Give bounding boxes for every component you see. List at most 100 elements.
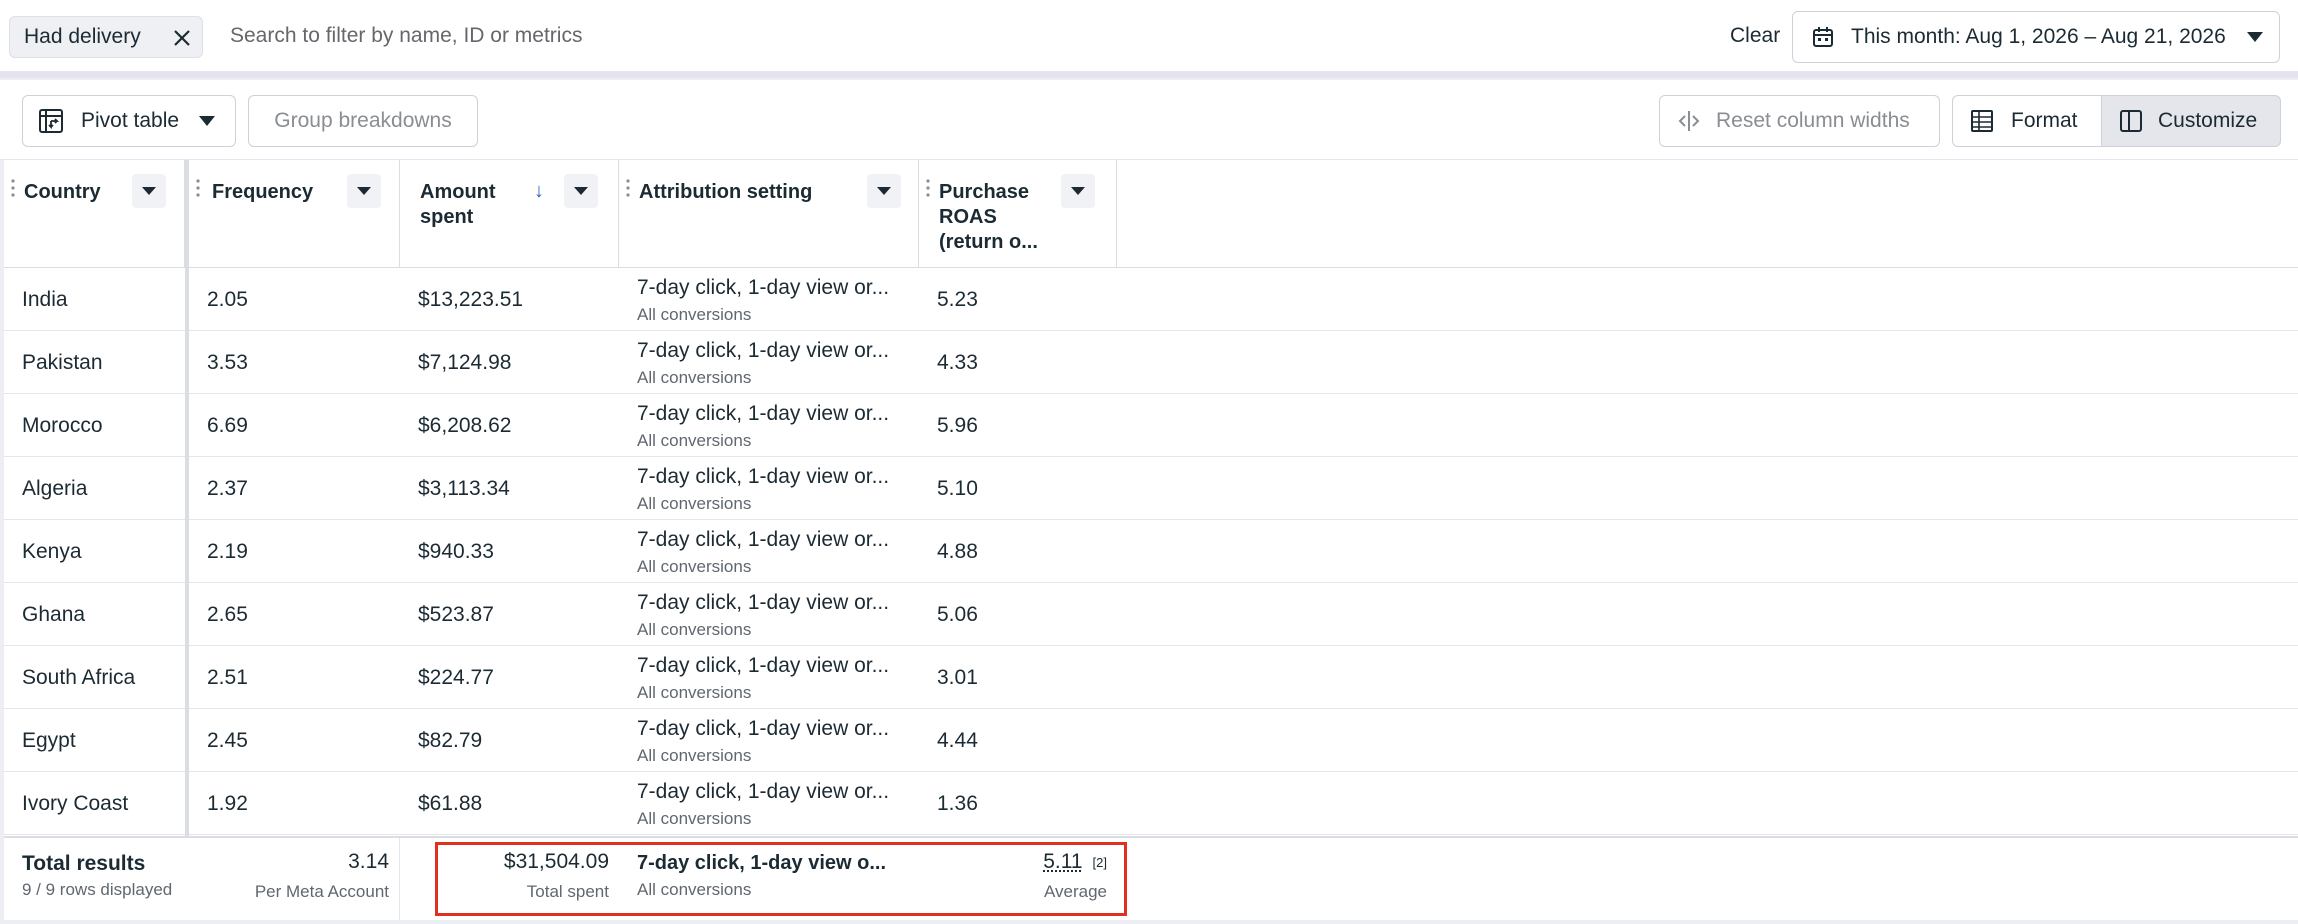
column-header-label: Purchase ROAS (return o... — [939, 181, 1038, 253]
format-button[interactable]: Format — [1952, 95, 2102, 147]
cell-country: Kenya — [4, 520, 185, 583]
filter-chip-had-delivery[interactable]: Had delivery — [9, 16, 203, 58]
table-row[interactable]: Algeria 2.37 $3,113.34 7-day click, 1-day v… — [4, 457, 2298, 520]
cell-frequency: 3.53 — [189, 331, 400, 394]
frequency-value: 2.45 — [207, 729, 248, 752]
amount-spent-value: $523.87 — [418, 603, 494, 626]
country-name: Egypt — [22, 729, 76, 752]
close-icon[interactable] — [168, 24, 196, 52]
attribution-sub: All conversions — [637, 683, 752, 702]
drag-handle-icon[interactable] — [10, 178, 16, 198]
attribution-sub: All conversions — [637, 431, 752, 450]
table-row[interactable]: India 2.05 $13,223.51 7-day click, 1-day vi… — [4, 268, 2298, 331]
calendar-icon — [1813, 27, 1833, 47]
cell-purchase-roas: 1.36 — [919, 772, 1117, 835]
frequency-value: 1.92 — [207, 792, 248, 815]
cell-amount-spent: $82.79 — [400, 709, 619, 772]
cell-attribution: 7-day click, 1-day view or... All convers… — [619, 520, 919, 583]
drag-handle-icon[interactable] — [625, 178, 631, 198]
frequency-value: 3.53 — [207, 351, 248, 374]
cell-amount-spent: $61.88 — [400, 772, 619, 835]
table-row[interactable]: South Africa 2.51 $224.77 7-day click, 1-da… — [4, 646, 2298, 709]
cell-attribution: 7-day click, 1-day view or... All convers… — [619, 772, 919, 835]
column-header-purchase-roas[interactable]: Purchase ROAS (return o... — [919, 160, 1117, 268]
clear-button[interactable]: Clear — [1730, 24, 1780, 48]
table-row[interactable]: Ivory Coast 1.92 $61.88 7-day click, 1-day … — [4, 772, 2298, 835]
purchase-roas-value: 3.01 — [937, 666, 978, 689]
purchase-roas-value: 5.06 — [937, 603, 978, 626]
cell-attribution: 7-day click, 1-day view or... All convers… — [619, 457, 919, 520]
frozen-column-divider[interactable] — [185, 160, 189, 920]
column-header-attribution-setting[interactable]: Attribution setting — [619, 160, 919, 268]
amount-spent-value: $224.77 — [418, 666, 494, 689]
drag-handle-icon[interactable] — [925, 178, 931, 198]
report-table: Country Frequency Amount spent ↓ Attribu… — [4, 160, 2298, 920]
column-header-label: Amount spent — [420, 181, 496, 228]
cell-purchase-roas: 4.44 — [919, 709, 1117, 772]
table-header: Country Frequency Amount spent ↓ Attribu… — [4, 160, 2298, 268]
column-menu-button[interactable] — [1061, 174, 1095, 208]
column-header-frequency[interactable]: Frequency — [189, 160, 400, 268]
table-row[interactable]: Pakistan 3.53 $7,124.98 7-day click, 1-day … — [4, 331, 2298, 394]
amount-spent-value: $6,208.62 — [418, 414, 512, 437]
table-row[interactable]: Morocco 6.69 $6,208.62 7-day click, 1-day v… — [4, 394, 2298, 457]
reset-column-widths-button[interactable]: Reset column widths — [1659, 95, 1940, 147]
cell-attribution: 7-day click, 1-day view or... All convers… — [619, 394, 919, 457]
totals-frequency-value: 3.14 — [348, 850, 389, 873]
attribution-value: 7-day click, 1-day view or... — [637, 276, 890, 299]
amount-spent-value: $61.88 — [418, 792, 483, 815]
column-menu-button[interactable] — [347, 174, 381, 208]
group-breakdowns-button[interactable]: Group breakdowns — [248, 95, 478, 147]
cell-country: Ghana — [4, 583, 185, 646]
table-toolbar: Pivot table Group breakdowns Reset colum… — [0, 80, 2298, 160]
totals-roas: 5.11 [2] — [1043, 850, 1107, 874]
totals-roas-value[interactable]: 5.11 — [1043, 850, 1082, 873]
footnote-marker[interactable]: [2] — [1093, 855, 1107, 870]
table-row[interactable]: Kenya 2.19 $940.33 7-day click, 1-day view … — [4, 520, 2298, 583]
purchase-roas-value: 5.10 — [937, 477, 978, 500]
cell-amount-spent: $3,113.34 — [400, 457, 619, 520]
purchase-roas-value: 4.33 — [937, 351, 978, 374]
cell-country: Egypt — [4, 709, 185, 772]
column-menu-button[interactable] — [867, 174, 901, 208]
divider — [0, 72, 2298, 78]
attribution-value: 7-day click, 1-day view or... — [637, 717, 890, 740]
filter-chip-label: Had delivery — [24, 25, 141, 48]
attribution-value: 7-day click, 1-day view or... — [637, 654, 890, 677]
column-header-amount-spent[interactable]: Amount spent ↓ — [400, 160, 619, 268]
sort-descending-icon: ↓ — [534, 180, 544, 202]
column-resize-icon — [1678, 111, 1700, 131]
table-row[interactable]: Egypt 2.45 $82.79 7-day click, 1-day view o… — [4, 709, 2298, 772]
cell-country: Pakistan — [4, 331, 185, 394]
column-menu-button[interactable] — [564, 174, 598, 208]
totals-roas-label: Average — [1043, 882, 1107, 901]
totals-frequency-label: Per Meta Account — [254, 882, 389, 901]
pivot-table-label: Pivot table — [81, 109, 180, 132]
cell-country: Ivory Coast — [4, 772, 185, 835]
table-row[interactable]: Ghana 2.65 $523.87 7-day click, 1-day view … — [4, 583, 2298, 646]
country-name: Pakistan — [22, 351, 103, 374]
column-header-label: Country — [24, 181, 101, 203]
cell-attribution: 7-day click, 1-day view or... All convers… — [619, 331, 919, 394]
cell-amount-spent: $7,124.98 — [400, 331, 619, 394]
cell-frequency: 1.92 — [189, 772, 400, 835]
customize-button[interactable]: Customize — [2101, 95, 2281, 147]
frequency-value: 2.37 — [207, 477, 248, 500]
cell-frequency: 2.65 — [189, 583, 400, 646]
attribution-sub: All conversions — [637, 305, 752, 324]
date-range-picker[interactable]: This month: Aug 1, 2026 – Aug 21, 2026 — [1792, 11, 2280, 63]
totals-title: Total results — [22, 852, 146, 875]
pivot-table-dropdown[interactable]: Pivot table — [22, 95, 236, 147]
cell-amount-spent: $224.77 — [400, 646, 619, 709]
column-menu-button[interactable] — [132, 174, 166, 208]
search-input[interactable]: Search to filter by name, ID or metrics — [230, 24, 582, 48]
cell-amount-spent: $940.33 — [400, 520, 619, 583]
column-header-country[interactable]: Country — [4, 160, 185, 268]
cell-purchase-roas: 4.88 — [919, 520, 1117, 583]
totals-attribution-sub: All conversions — [637, 880, 752, 899]
country-name: Algeria — [22, 477, 88, 500]
attribution-value: 7-day click, 1-day view or... — [637, 465, 890, 488]
drag-handle-icon[interactable] — [195, 178, 201, 198]
totals-attribution-value: 7-day click, 1-day view o... — [637, 852, 887, 874]
format-table-icon — [1971, 110, 1993, 132]
